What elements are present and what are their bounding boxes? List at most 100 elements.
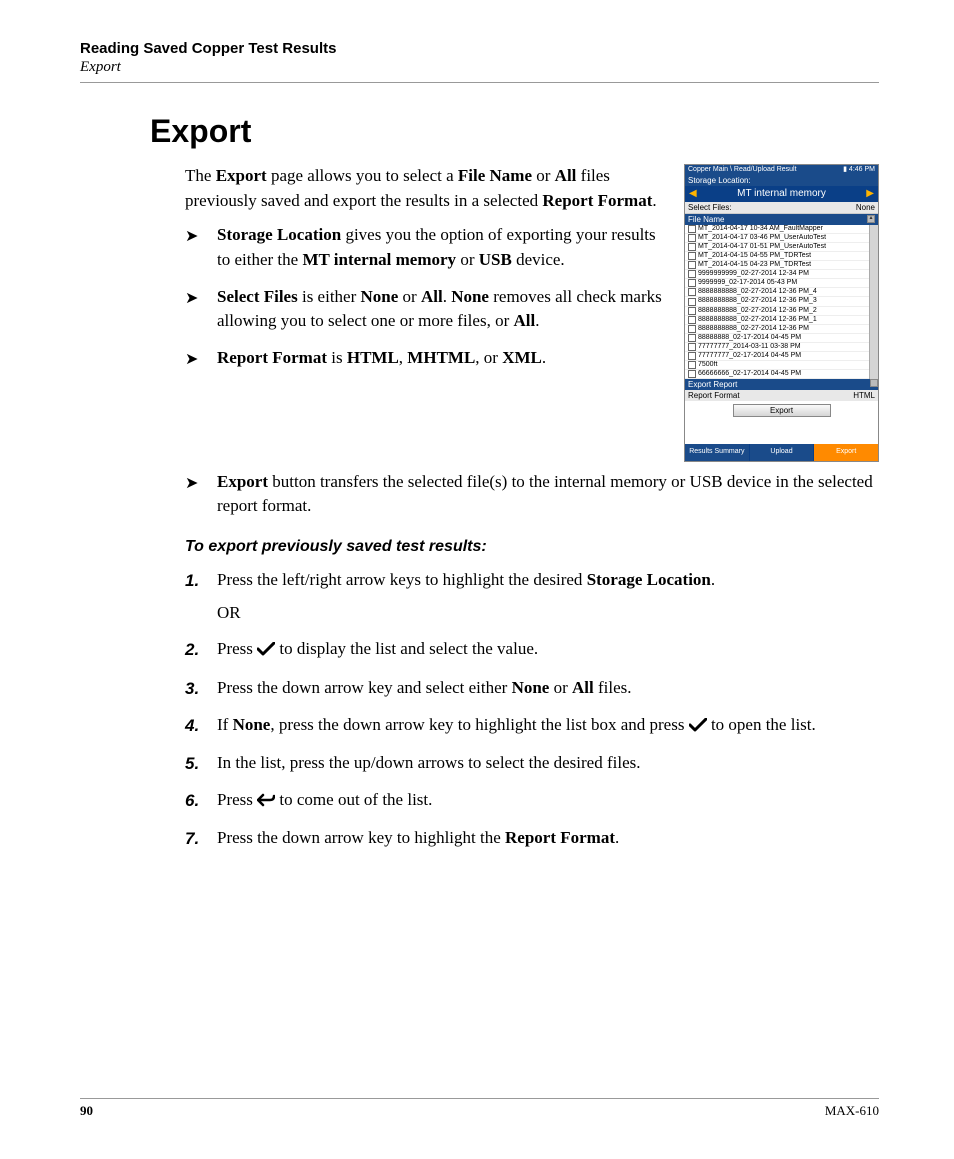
file-name: 8888888888_02-27-2014 12-36 PM — [698, 325, 809, 333]
file-item[interactable]: 7500ft — [685, 361, 869, 370]
procedure-subhead: To export previously saved test results: — [185, 535, 879, 558]
select-files-row[interactable]: Select Files: None — [685, 202, 878, 214]
breadcrumb: Copper Main \ Read/Upload Result — [688, 166, 797, 174]
select-files-value: None — [856, 203, 875, 212]
checkbox-icon[interactable] — [688, 288, 696, 296]
header-rule — [80, 82, 879, 83]
file-list[interactable]: MT_2014-04-17 10-34 AM_FaultMapperMT_201… — [685, 225, 869, 379]
feature-bullets: Storage Location gives you the option of… — [185, 223, 670, 370]
file-name: 66666666_02-17-2014 04-45 PM — [698, 370, 801, 378]
export-button[interactable]: Export — [733, 404, 831, 417]
file-item[interactable]: MT_2014-04-17 10-34 AM_FaultMapper — [685, 225, 869, 234]
storage-location-label: Storage Location: — [685, 175, 878, 186]
file-item[interactable]: 8888888888_02-27-2014 12-36 PM — [685, 325, 869, 334]
step-2: Press to display the list and select the… — [185, 637, 879, 664]
intro-paragraph: The Export page allows you to select a F… — [185, 164, 670, 213]
file-name: 8888888888_02-27-2014 12-36 PM_1 — [698, 316, 817, 324]
file-name: MT_2014-04-15 04-23 PM_TDRTest — [698, 261, 811, 269]
file-item[interactable]: 66666666_02-17-2014 04-45 PM — [685, 370, 869, 379]
file-name: 9999999_02-17-2014 05-43 PM — [698, 279, 797, 287]
file-item[interactable]: 77777777_2014-03-11 03-38 PM — [685, 343, 869, 352]
step-7: Press the down arrow key to highlight th… — [185, 826, 879, 851]
checkbox-icon[interactable] — [688, 234, 696, 242]
file-item[interactable]: 88888888_02-17-2014 04-45 PM — [685, 334, 869, 343]
device-tabs: Results Summary Upload Export — [685, 444, 878, 460]
checkbox-icon[interactable] — [688, 279, 696, 287]
file-item[interactable]: MT_2014-04-15 04-23 PM_TDRTest — [685, 261, 869, 270]
scrollbar[interactable] — [869, 225, 878, 379]
bullet-select-files: Select Files is either None or All. None… — [185, 285, 670, 334]
step-3: Press the down arrow key and select eith… — [185, 676, 879, 701]
step-1-or: OR — [217, 601, 879, 626]
file-name: MT_2014-04-17 03-46 PM_UserAutoTest — [698, 234, 826, 242]
running-sub: Export — [80, 59, 879, 76]
checkbox-icon[interactable] — [688, 370, 696, 378]
checkbox-icon[interactable] — [688, 343, 696, 351]
select-files-label: Select Files: — [688, 203, 732, 212]
bullet-report-format: Report Format is HTML, MHTML, or XML. — [185, 346, 670, 371]
file-name: MT_2014-04-17 10-34 AM_FaultMapper — [698, 225, 823, 233]
storage-location-value: MT internal memory — [737, 188, 826, 199]
file-item[interactable]: 8888888888_02-27-2014 12-36 PM_4 — [685, 288, 869, 297]
clock: 4:46 PM — [843, 166, 875, 174]
file-name: 7500ft — [698, 361, 717, 369]
report-format-value: HTML — [853, 391, 875, 400]
checkbox-icon[interactable] — [688, 307, 696, 315]
file-list-header: File Name ▴ — [685, 214, 878, 225]
tab-upload[interactable]: Upload — [750, 444, 815, 460]
file-item[interactable]: MT_2014-04-17 01-51 PM_UserAutoTest — [685, 243, 869, 252]
file-name: 9999999999_02-27-2014 12-34 PM — [698, 270, 809, 278]
report-format-label: Report Format — [688, 391, 740, 400]
device-titlebar: Copper Main \ Read/Upload Result 4:46 PM — [685, 165, 878, 175]
bullet-storage-location: Storage Location gives you the option of… — [185, 223, 670, 272]
tab-export[interactable]: Export — [814, 444, 878, 460]
left-arrow-icon[interactable]: ◀ — [689, 188, 697, 200]
bullet-export-button: Export button transfers the selected fil… — [185, 470, 879, 519]
export-report-header: Export Report — [685, 379, 878, 390]
device-screenshot: Copper Main \ Read/Upload Result 4:46 PM… — [684, 164, 879, 462]
report-format-row[interactable]: Report Format HTML — [685, 390, 878, 401]
file-item[interactable]: 8888888888_02-27-2014 12-36 PM_3 — [685, 297, 869, 306]
step-4: If None, press the down arrow key to hig… — [185, 713, 879, 740]
file-item[interactable]: MT_2014-04-15 04-55 PM_TDRTest — [685, 252, 869, 261]
file-item[interactable]: 8888888888_02-27-2014 12-36 PM_1 — [685, 316, 869, 325]
back-arrow-icon — [257, 790, 275, 815]
checkbox-icon[interactable] — [688, 361, 696, 369]
step-5: In the list, press the up/down arrows to… — [185, 751, 879, 776]
file-item[interactable]: 77777777_02-17-2014 04-45 PM — [685, 352, 869, 361]
page-footer: 90 MAX-610 — [80, 1098, 879, 1119]
procedure-steps: Press the left/right arrow keys to highl… — [185, 568, 879, 851]
scroll-down-icon[interactable] — [870, 379, 878, 387]
checkbox-icon[interactable] — [688, 334, 696, 342]
feature-bullets-2: Export button transfers the selected fil… — [185, 470, 879, 519]
section-title: Export — [150, 113, 879, 150]
checkbox-icon[interactable] — [688, 270, 696, 278]
model-name: MAX-610 — [825, 1103, 879, 1119]
file-item[interactable]: 9999999_02-17-2014 05-43 PM — [685, 279, 869, 288]
checkbox-icon[interactable] — [688, 316, 696, 324]
checkbox-icon[interactable] — [688, 298, 696, 306]
page-number: 90 — [80, 1103, 93, 1119]
scroll-up-icon[interactable]: ▴ — [867, 215, 875, 223]
step-1: Press the left/right arrow keys to highl… — [185, 568, 879, 625]
file-item[interactable]: 9999999999_02-27-2014 12-34 PM — [685, 270, 869, 279]
checkbox-icon[interactable] — [688, 252, 696, 260]
checkbox-icon[interactable] — [688, 243, 696, 251]
file-name: MT_2014-04-17 01-51 PM_UserAutoTest — [698, 243, 826, 251]
running-head: Reading Saved Copper Test Results — [80, 40, 879, 57]
file-name: 88888888_02-17-2014 04-45 PM — [698, 334, 801, 342]
file-name: MT_2014-04-15 04-55 PM_TDRTest — [698, 252, 811, 260]
checkbox-icon[interactable] — [688, 261, 696, 269]
check-icon — [257, 639, 275, 664]
tab-results-summary[interactable]: Results Summary — [685, 444, 750, 460]
checkbox-icon[interactable] — [688, 325, 696, 333]
file-name: 77777777_02-17-2014 04-45 PM — [698, 352, 801, 360]
file-item[interactable]: MT_2014-04-17 03-46 PM_UserAutoTest — [685, 234, 869, 243]
right-arrow-icon[interactable]: ▶ — [866, 188, 874, 200]
file-name: 77777777_2014-03-11 03-38 PM — [698, 343, 801, 351]
file-name: 8888888888_02-27-2014 12-36 PM_2 — [698, 307, 817, 315]
storage-location-selector[interactable]: ◀ MT internal memory ▶ — [685, 186, 878, 202]
checkbox-icon[interactable] — [688, 225, 696, 233]
file-item[interactable]: 8888888888_02-27-2014 12-36 PM_2 — [685, 307, 869, 316]
checkbox-icon[interactable] — [688, 352, 696, 360]
